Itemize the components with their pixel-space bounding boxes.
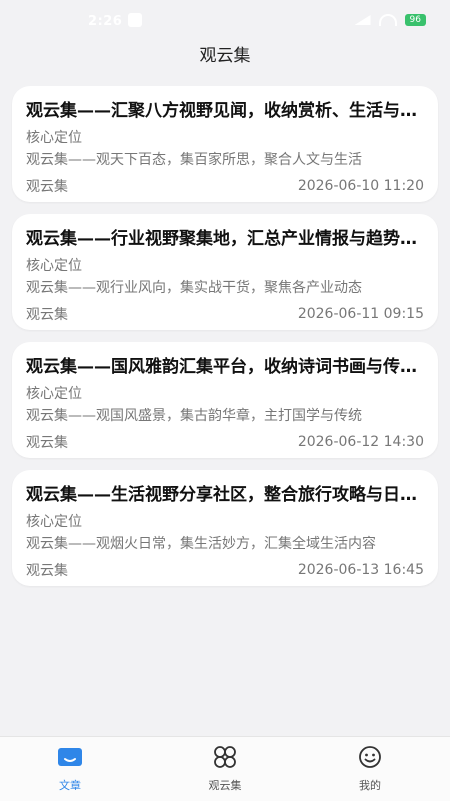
article-card[interactable]: 观云集——汇聚八方视野见闻，收纳赏析、生活与文化百态 核心定位 观云集——观天下… [12,86,438,202]
article-list: 观云集——汇聚八方视野见闻，收纳赏析、生活与文化百态 核心定位 观云集——观天下… [12,86,438,598]
status-time: 2:26 [88,14,123,29]
article-subtitle: 核心定位 [26,386,82,402]
battery-icon: 96 [404,14,426,26]
tab-articles[interactable]: 文章 [25,745,115,793]
article-card[interactable]: 观云集——生活视野分享社区，整合旅行攻略与日常分享 核心定位 观云集——观烟火日… [12,470,438,586]
article-title: 观云集——汇聚八方视野见闻，收纳赏析、生活与文化百态 [26,101,428,121]
article-subtitle: 核心定位 [26,514,82,530]
wrench-icon [128,13,142,27]
article-title: 观云集——行业视野聚集地，汇总产业情报与趋势分析 [26,229,428,249]
article-title: 观云集——国风雅韵汇集平台，收纳诗词书画与传统文化 [26,357,428,377]
smiley-icon [359,746,381,768]
article-description: 观云集——观天下百态，集百家所思，聚合人文与生活 [26,152,362,168]
signal-icon [354,15,371,25]
article-date: 2026-06-13 16:45 [297,562,424,578]
tab-label: 观云集 [208,779,242,792]
grid-icon [214,746,236,768]
article-subtitle: 核心定位 [26,258,82,274]
status-bar: 2:26 96 [0,0,450,40]
article-icon [58,748,82,766]
article-card[interactable]: 观云集——国风雅韵汇集平台，收纳诗词书画与传统文化 核心定位 观云集——观国风盛… [12,342,438,458]
tab-guanyunji[interactable]: 观云集 [180,745,270,793]
article-source: 观云集 [26,179,68,195]
article-date: 2026-06-12 14:30 [297,434,424,450]
article-description: 观云集——观行业风向，集实战干货，聚焦各产业动态 [26,280,362,296]
article-title: 观云集——生活视野分享社区，整合旅行攻略与日常分享 [26,485,428,505]
article-card[interactable]: 观云集——行业视野聚集地，汇总产业情报与趋势分析 核心定位 观云集——观行业风向… [12,214,438,330]
page-title: 观云集 [199,46,251,66]
tab-label: 我的 [359,779,381,792]
bottom-tab-bar: 文章 观云集 我的 [0,736,450,801]
article-date: 2026-06-11 09:15 [297,306,424,322]
status-icons: 96 [354,14,426,26]
article-source: 观云集 [26,435,68,451]
article-source: 观云集 [26,563,68,579]
tab-mine[interactable]: 我的 [325,745,415,793]
article-description: 观云集——观国风盛景，集古韵华章，主打国学与传统 [26,408,362,424]
article-date: 2026-06-10 11:20 [297,178,424,194]
article-description: 观云集——观烟火日常，集生活妙方，汇集全域生活内容 [26,536,376,552]
wifi-icon [378,14,397,26]
article-subtitle: 核心定位 [26,130,82,146]
tab-label: 文章 [59,779,81,792]
app-bar: 观云集 [0,40,450,72]
article-source: 观云集 [26,307,68,323]
